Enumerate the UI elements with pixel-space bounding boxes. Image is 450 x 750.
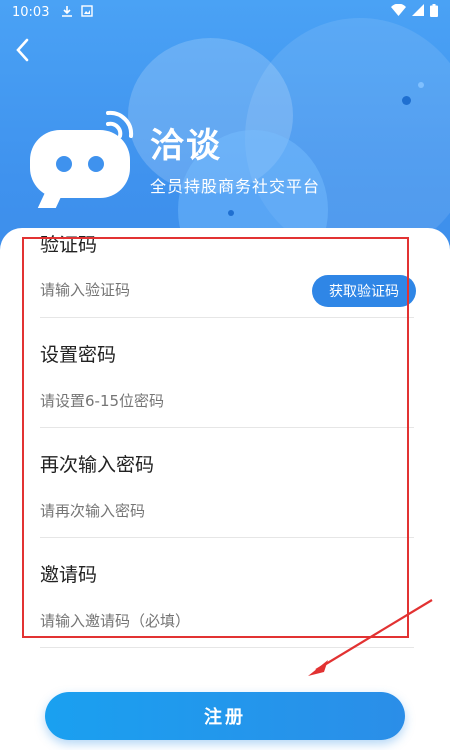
image-icon [81,4,94,20]
decor-dot [402,96,411,105]
logo-eye [88,156,104,172]
status-bar: 10:03 [0,0,450,24]
back-button[interactable] [8,34,36,66]
battery-icon [430,3,438,21]
decor-dot [418,82,424,88]
download-icon [61,5,73,20]
decor-dot [228,210,234,216]
logo-eye [56,156,72,172]
annotation-arrow [308,599,433,676]
brand-slogan: 全员持股商务社交平台 [150,177,321,196]
status-time: 10:03 [12,4,50,20]
register-button[interactable]: 注册 [45,692,405,740]
back-arrow-icon [16,38,29,62]
signal-icon [412,4,424,20]
brand-name: 洽谈 [150,126,222,166]
wifi-icon [391,3,406,20]
annotation-highlight-box [22,237,409,638]
signal-waves-icon [106,110,134,138]
